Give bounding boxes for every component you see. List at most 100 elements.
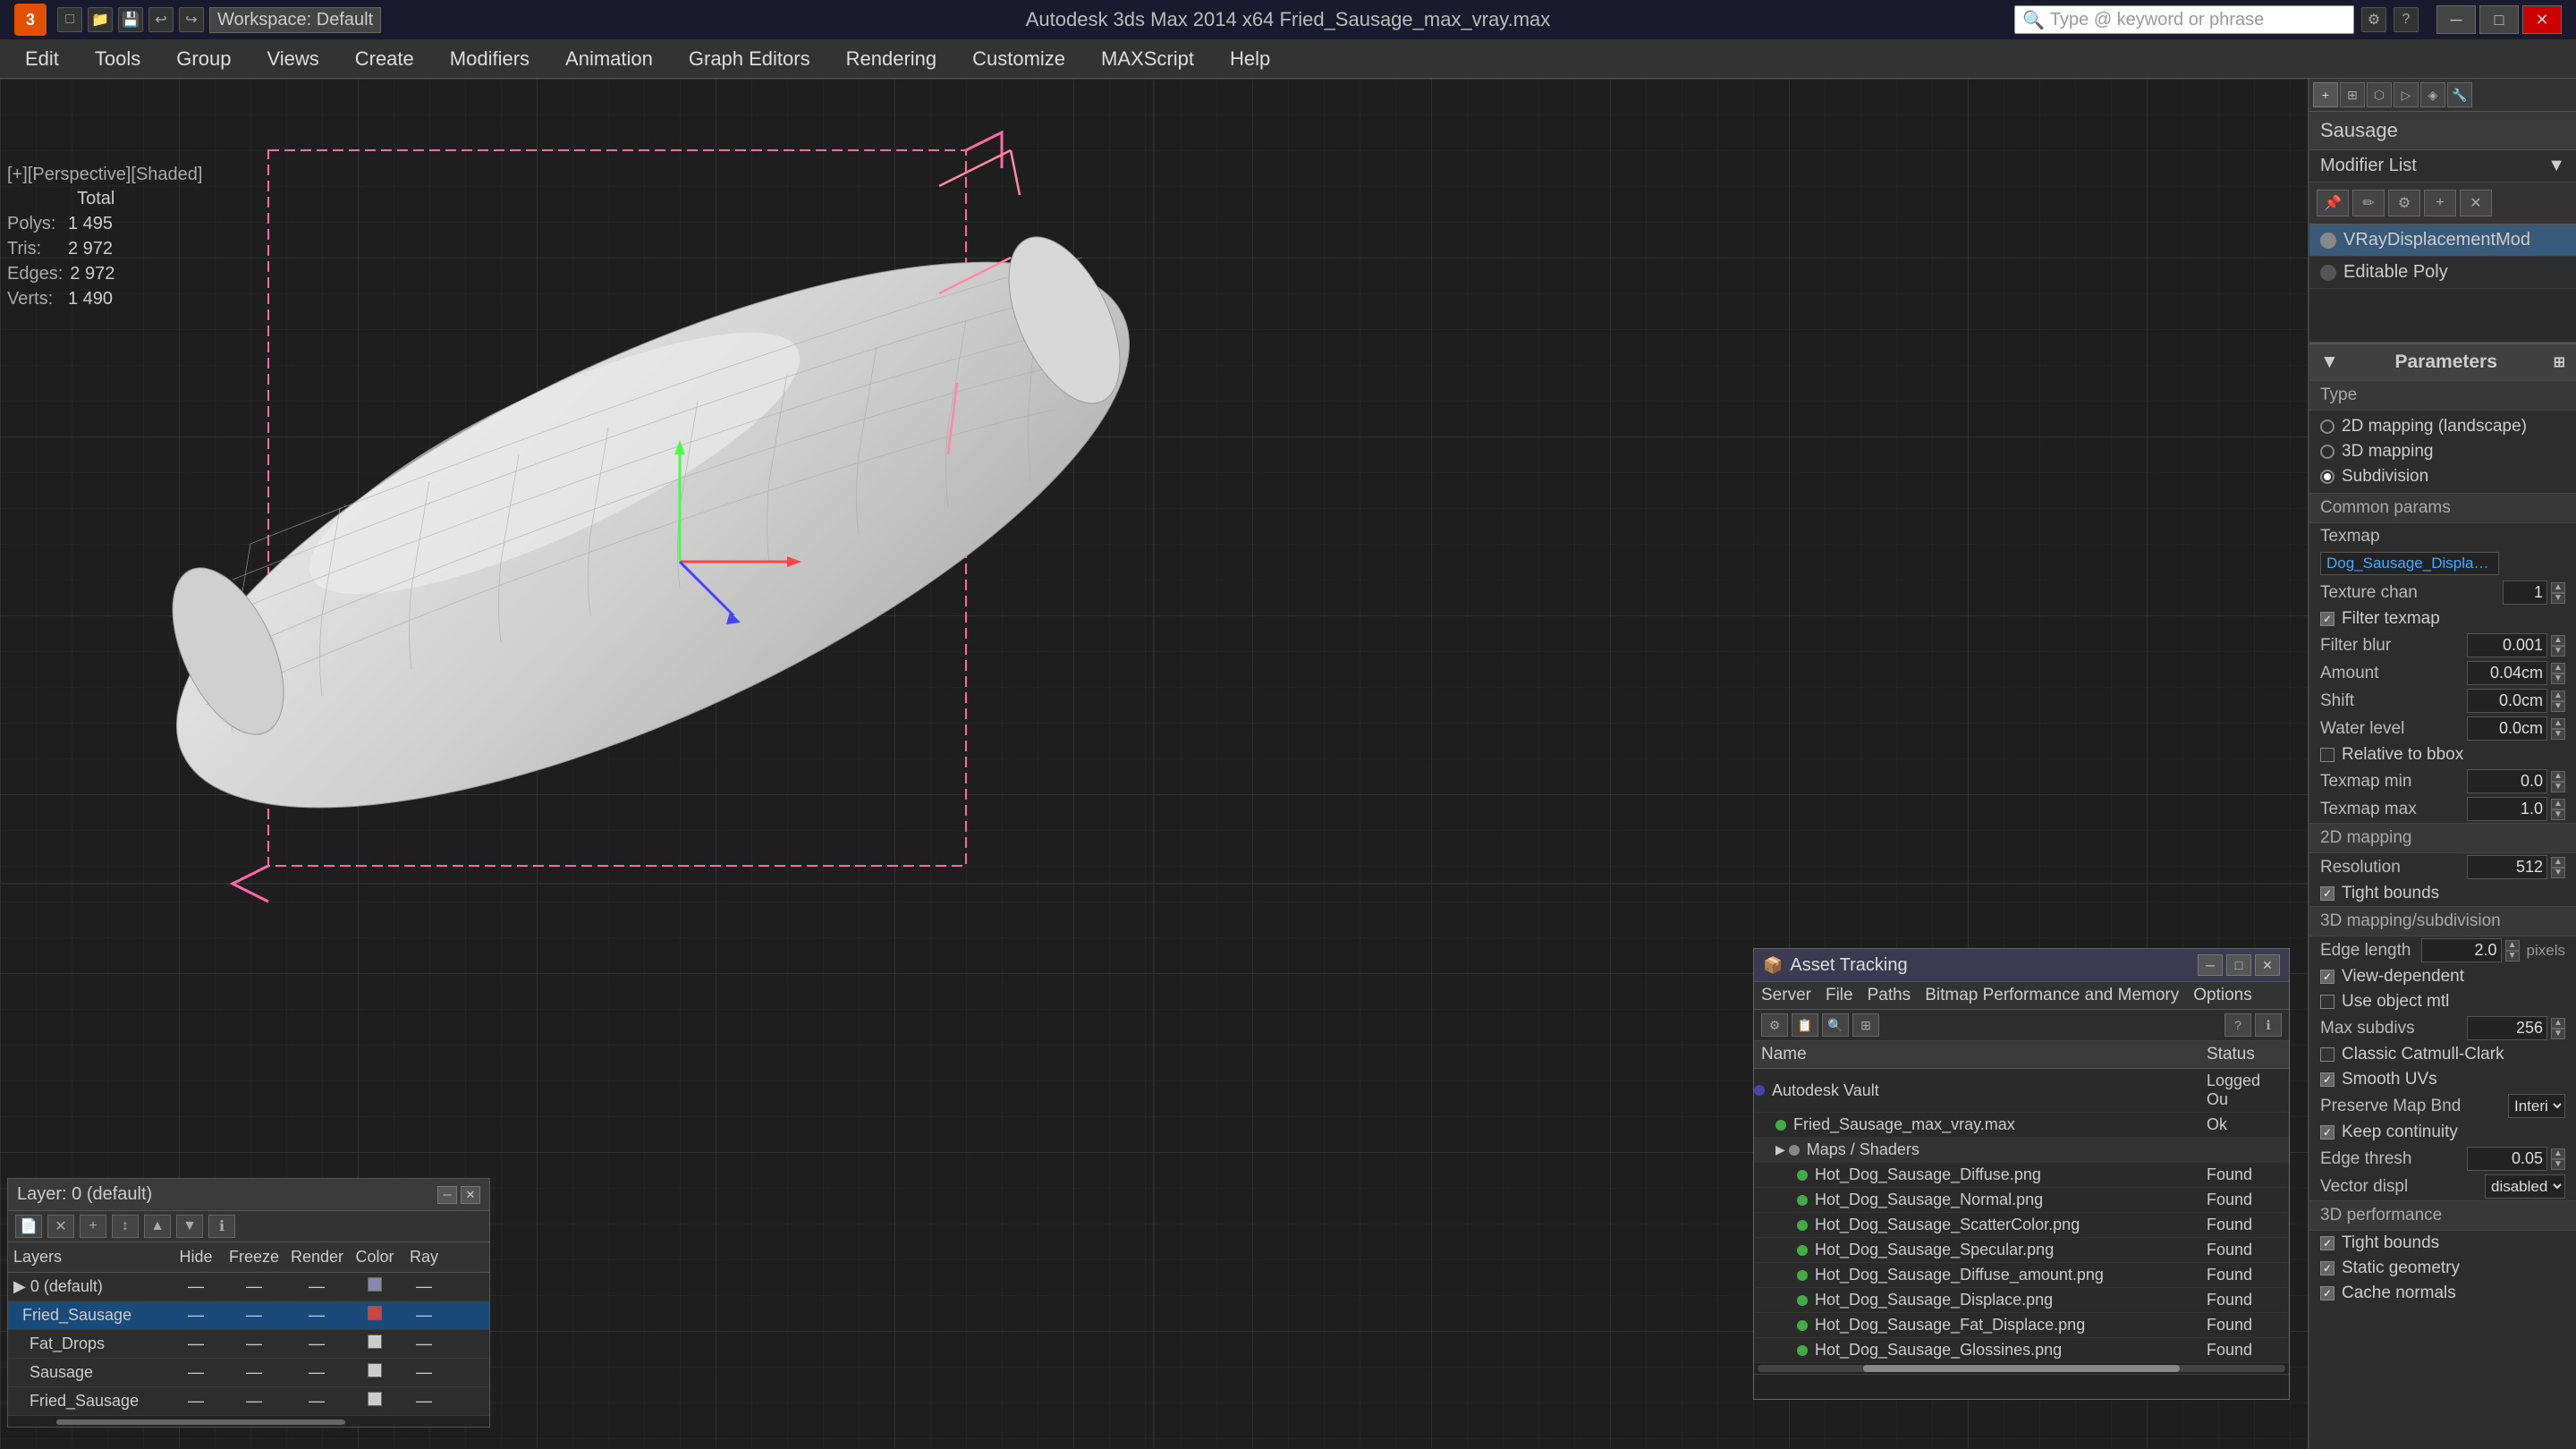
tight-bounds-checkbox[interactable] [2320, 886, 2334, 901]
filter-blur-up[interactable]: ▲ [2551, 635, 2565, 646]
static-geometry-checkbox[interactable] [2320, 1261, 2334, 1275]
layer-tool-move-up[interactable]: ▲ [144, 1215, 171, 1238]
mod-icon-delete[interactable]: ✕ [2460, 190, 2492, 216]
modifier-vray-displacement[interactable]: VRayDisplacementMod [2309, 225, 2576, 257]
filter-texmap-checkbox[interactable] [2320, 612, 2334, 626]
workspace-dropdown[interactable]: Workspace: Default [209, 7, 381, 33]
asset-menu-options[interactable]: Options [2193, 986, 2251, 1005]
edge-length-down[interactable]: ▼ [2505, 951, 2520, 962]
amount-down[interactable]: ▼ [2551, 674, 2565, 684]
layer-row-sausage[interactable]: Sausage ― ― ― ― [8, 1359, 489, 1387]
layer-tool-add[interactable]: + [80, 1215, 106, 1238]
layer-row-default[interactable]: ▶ 0 (default) ― ― ― ― [8, 1273, 489, 1301]
edge-thresh-up[interactable]: ▲ [2551, 1148, 2565, 1159]
edge-thresh-input[interactable] [2467, 1147, 2547, 1171]
edge-thresh-down[interactable]: ▼ [2551, 1159, 2565, 1170]
texture-chan-up[interactable]: ▲ [2551, 582, 2565, 593]
texmap-min-up[interactable]: ▲ [2551, 771, 2565, 782]
mod-icon-add[interactable]: + [2424, 190, 2456, 216]
asset-help[interactable]: ? [2224, 1013, 2251, 1037]
view-dependent-checkbox[interactable] [2320, 970, 2334, 984]
asset-row-diffuse-amount[interactable]: Hot_Dog_Sausage_Diffuse_amount.png Found [1754, 1263, 2289, 1288]
menu-create[interactable]: Create [337, 42, 432, 76]
texture-chan-down[interactable]: ▼ [2551, 593, 2565, 604]
search-btn[interactable]: ⚙ [2361, 7, 2386, 32]
layer-tool-select[interactable]: ↕ [112, 1215, 139, 1238]
max-subdivs-down[interactable]: ▼ [2551, 1029, 2565, 1039]
menu-customize[interactable]: Customize [954, 42, 1083, 76]
texmap-min-down[interactable]: ▼ [2551, 782, 2565, 792]
layer-scrollbar[interactable] [8, 1416, 489, 1427]
preserve-map-select[interactable]: Interi [2508, 1094, 2565, 1118]
smooth-uvs-checkbox[interactable] [2320, 1072, 2334, 1087]
edge-length-up[interactable]: ▲ [2505, 940, 2520, 951]
menu-group[interactable]: Group [158, 42, 249, 76]
open-button[interactable]: 📁 [88, 7, 113, 32]
maximize-button[interactable]: □ [2479, 5, 2519, 34]
asset-tool-1[interactable]: ⚙ [1761, 1013, 1788, 1037]
water-level-input[interactable] [2467, 716, 2547, 741]
layer-tool-new[interactable]: 📄 [15, 1215, 42, 1238]
panel-icon-utilities[interactable]: 🔧 [2447, 82, 2472, 107]
menu-maxscript[interactable]: MAXScript [1083, 42, 1212, 76]
mod-icon-edit[interactable]: ✏ [2352, 190, 2385, 216]
asset-tool-2[interactable]: 📋 [1792, 1013, 1818, 1037]
asset-menu-file[interactable]: File [1826, 986, 1853, 1005]
shift-down[interactable]: ▼ [2551, 701, 2565, 712]
amount-input[interactable] [2467, 661, 2547, 685]
relative-bbox-checkbox[interactable] [2320, 748, 2334, 762]
asset-row-displace[interactable]: Hot_Dog_Sausage_Displace.png Found [1754, 1288, 2289, 1313]
asset-row-fat-displace[interactable]: Hot_Dog_Sausage_Fat_Displace.png Found [1754, 1313, 2289, 1338]
asset-tool-3[interactable]: 🔍 [1822, 1013, 1849, 1037]
layer-panel-minimize[interactable]: ─ [437, 1186, 457, 1204]
modifier-editable-poly[interactable]: Editable Poly [2309, 257, 2576, 289]
params-expand-icon[interactable]: ⊞ [2554, 353, 2565, 371]
layer-tool-info[interactable]: ℹ [208, 1215, 235, 1238]
keep-continuity-checkbox[interactable] [2320, 1125, 2334, 1140]
radio-3d-mapping[interactable]: 3D mapping [2320, 439, 2565, 464]
resolution-down[interactable]: ▼ [2551, 868, 2565, 878]
asset-minimize[interactable]: ─ [2198, 954, 2223, 976]
layer-row-fat-drops[interactable]: Fat_Drops ― ― ― ― [8, 1330, 489, 1359]
layer-tool-move-down[interactable]: ▼ [176, 1215, 203, 1238]
asset-row-glossines[interactable]: Hot_Dog_Sausage_Glossines.png Found [1754, 1338, 2289, 1363]
max-subdivs-up[interactable]: ▲ [2551, 1018, 2565, 1029]
panel-icon-modify[interactable]: ⊞ [2340, 82, 2365, 107]
layer-tool-delete[interactable]: ✕ [47, 1215, 74, 1238]
filter-blur-input[interactable] [2467, 633, 2547, 657]
asset-row-max-file[interactable]: Fried_Sausage_max_vray.max Ok [1754, 1113, 2289, 1138]
asset-info[interactable]: ℹ [2255, 1013, 2282, 1037]
mod-icon-pin[interactable]: 📌 [2317, 190, 2349, 216]
panel-icon-motion[interactable]: ▷ [2394, 82, 2419, 107]
texmap-min-input[interactable] [2467, 769, 2547, 793]
layer-panel-close[interactable]: ✕ [461, 1186, 480, 1204]
amount-up[interactable]: ▲ [2551, 663, 2565, 674]
asset-row-normal[interactable]: Hot_Dog_Sausage_Normal.png Found [1754, 1188, 2289, 1213]
layer-row-fried-sausage2[interactable]: Fried_Sausage ― ― ― ― [8, 1387, 489, 1416]
menu-modifiers[interactable]: Modifiers [432, 42, 547, 76]
menu-tools[interactable]: Tools [77, 42, 158, 76]
panel-icon-hierarchy[interactable]: ⬡ [2367, 82, 2392, 107]
use-object-mtl-checkbox[interactable] [2320, 995, 2334, 1009]
menu-edit[interactable]: Edit [7, 42, 77, 76]
layer-row-fried-sausage[interactable]: Fried_Sausage ― ― ― ― [8, 1301, 489, 1330]
water-level-up[interactable]: ▲ [2551, 718, 2565, 729]
menu-animation[interactable]: Animation [547, 42, 671, 76]
texmap-name[interactable]: Dog_Sausage_Displace.png) [2320, 552, 2499, 575]
max-subdivs-input[interactable] [2467, 1016, 2547, 1040]
search-box[interactable]: 🔍 Type @ keyword or phrase [2014, 5, 2354, 34]
new-button[interactable]: □ [57, 7, 82, 32]
redo-button[interactable]: ↪ [179, 7, 204, 32]
texmap-max-input[interactable] [2467, 797, 2547, 821]
menu-help[interactable]: Help [1212, 42, 1288, 76]
asset-row-scatter[interactable]: Hot_Dog_Sausage_ScatterColor.png Found [1754, 1213, 2289, 1238]
save-button[interactable]: 💾 [118, 7, 143, 32]
resolution-input[interactable] [2467, 855, 2547, 879]
asset-menu-bitmap[interactable]: Bitmap Performance and Memory [1925, 986, 2179, 1005]
panel-icon-display[interactable]: ◈ [2420, 82, 2445, 107]
resolution-up[interactable]: ▲ [2551, 857, 2565, 868]
mod-icon-config[interactable]: ⚙ [2388, 190, 2420, 216]
vector-displ-select[interactable]: disabled [2485, 1174, 2565, 1199]
cache-normals-checkbox[interactable] [2320, 1286, 2334, 1301]
minimize-button[interactable]: ─ [2436, 5, 2476, 34]
